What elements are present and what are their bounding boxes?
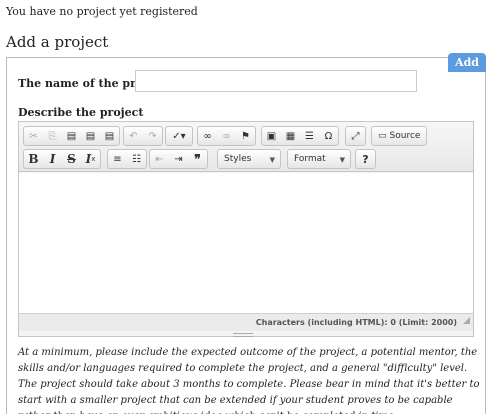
source-label: Source <box>389 131 421 141</box>
describe-project-label: Describe the project <box>18 106 144 119</box>
spellcheck-icon[interactable]: ✓▾ <box>166 127 192 145</box>
help-icon[interactable]: ? <box>356 150 375 168</box>
indent-icon[interactable]: ⇥ <box>169 150 188 168</box>
paste-icon[interactable]: ▤ <box>62 127 81 145</box>
bulleted-list-icon[interactable]: ☷ <box>127 150 146 168</box>
redo-icon[interactable]: ↷ <box>143 127 162 145</box>
special-char-icon[interactable]: Ω <box>319 127 338 145</box>
horizontal-line-icon[interactable]: ☰ <box>300 127 319 145</box>
styles-label: Styles <box>224 154 252 164</box>
source-group: ▭ Source <box>371 126 428 146</box>
clipboard-group: ✂ ⎘ ▤ ▤ ▤ <box>23 126 120 146</box>
undo-icon[interactable]: ↶ <box>124 127 143 145</box>
blockquote-icon[interactable]: ❞ <box>188 150 207 168</box>
chevron-down-icon: ▼ <box>269 156 275 164</box>
strike-icon[interactable]: S <box>62 150 81 168</box>
description-help-text: At a minimum, please include the expecte… <box>18 347 480 414</box>
format-label: Format <box>294 154 326 164</box>
anchor-flag-icon[interactable]: ⚑ <box>236 127 255 145</box>
unlink-icon[interactable]: ∞ <box>217 127 236 145</box>
styles-dropdown[interactable]: Styles ▼ <box>217 149 281 169</box>
rich-text-editor: ✂ ⎘ ▤ ▤ ▤ ↶ ↷ ✓▾ ∞ ∞ ⚑ ▣ ▦ ☰ Ω ⤢ ▭ Sourc… <box>18 121 474 337</box>
help-group: ? <box>355 149 376 169</box>
add-project-form: Add The name of the project* Describe th… <box>6 53 486 414</box>
character-counter: Characters (including HTML): 0 (Limit: 2… <box>19 313 473 331</box>
numbered-list-icon[interactable]: ≡ <box>108 150 127 168</box>
section-title: Add a project <box>6 33 109 51</box>
list-group: ≡ ☷ <box>107 149 147 169</box>
link-group: ∞ ∞ ⚑ <box>197 126 256 146</box>
image-icon[interactable]: ▣ <box>262 127 281 145</box>
source-button[interactable]: ▭ Source <box>372 127 426 145</box>
link-icon[interactable]: ∞ <box>198 127 217 145</box>
maximize-icon[interactable]: ⤢ <box>346 127 365 145</box>
remove-format-icon[interactable]: Ix <box>81 150 100 168</box>
resize-handle-icon[interactable] <box>463 317 470 324</box>
undo-group: ↶ ↷ <box>123 126 163 146</box>
format-dropdown[interactable]: Format ▼ <box>287 149 351 169</box>
basic-styles-group: B I S Ix <box>23 149 101 169</box>
editor-grip-handle[interactable] <box>233 333 253 337</box>
chevron-down-icon: ▼ <box>339 156 345 164</box>
paste-word-icon[interactable]: ▤ <box>100 127 119 145</box>
cut-icon[interactable]: ✂ <box>24 127 43 145</box>
outdent-icon[interactable]: ⇤ <box>150 150 169 168</box>
project-name-input[interactable] <box>135 70 417 92</box>
spellcheck-group: ✓▾ <box>165 126 193 146</box>
indent-group: ⇤ ⇥ ❞ <box>149 149 208 169</box>
maximize-group: ⤢ <box>345 126 366 146</box>
no-project-message: You have no project yet registered <box>6 5 198 18</box>
paste-text-icon[interactable]: ▤ <box>81 127 100 145</box>
copy-icon[interactable]: ⎘ <box>43 127 62 145</box>
editor-content-area[interactable] <box>19 173 473 313</box>
bold-icon[interactable]: B <box>24 150 43 168</box>
insert-group: ▣ ▦ ☰ Ω <box>261 126 339 146</box>
add-tab[interactable]: Add <box>448 53 486 72</box>
source-icon: ▭ <box>378 131 387 141</box>
editor-toolbar: ✂ ⎘ ▤ ▤ ▤ ↶ ↷ ✓▾ ∞ ∞ ⚑ ▣ ▦ ☰ Ω ⤢ ▭ Sourc… <box>19 122 473 172</box>
italic-icon[interactable]: I <box>43 150 62 168</box>
table-icon[interactable]: ▦ <box>281 127 300 145</box>
